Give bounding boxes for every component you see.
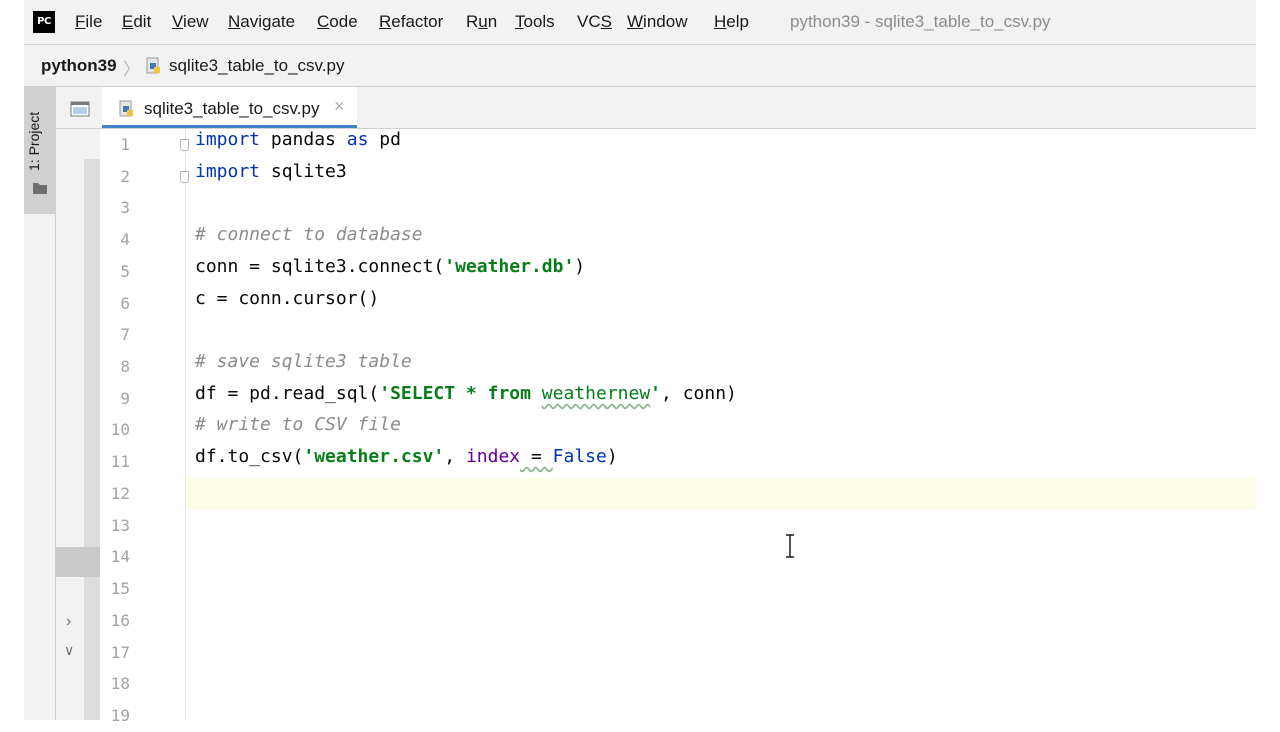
chevron-right-icon[interactable]: › (66, 613, 71, 631)
fold-marker-icon[interactable] (180, 139, 189, 151)
menu-code[interactable]: Code (317, 12, 358, 32)
code-line-4: # connect to database (195, 224, 423, 245)
line-number: 6 (120, 294, 130, 313)
fold-marker-icon[interactable] (180, 171, 189, 183)
menu-window[interactable]: Window (627, 12, 687, 32)
breadcrumb-project[interactable]: python39 (41, 56, 117, 76)
menu-refactor[interactable]: Refactor (379, 12, 443, 32)
folder-icon (33, 183, 47, 194)
current-line-highlight (187, 478, 1256, 510)
code-line-5: conn = sqlite3.connect('weather.db') (195, 256, 586, 277)
close-icon[interactable]: × (334, 96, 345, 117)
menu-navigate[interactable]: Navigate (228, 12, 295, 32)
code-line-2: import sqlite3 (195, 161, 347, 182)
line-number: 3 (120, 198, 130, 217)
panel-toggle-icon[interactable] (70, 101, 90, 117)
editor-tab-strip: sqlite3_table_to_csv.py × (56, 87, 1256, 129)
line-number: 11 (110, 452, 130, 471)
menu-view[interactable]: View (172, 12, 209, 32)
scroll-position-marker[interactable] (56, 547, 100, 577)
line-number: 4 (120, 230, 130, 249)
project-tool-label: 1: Project (26, 111, 42, 171)
menu-help[interactable]: Help (714, 12, 749, 32)
chevron-down-icon[interactable]: ∨ (64, 642, 74, 659)
line-number: 14 (110, 547, 130, 566)
line-number: 12 (110, 484, 130, 503)
menu-tools[interactable]: Tools (515, 12, 555, 32)
line-number-gutter: 1 2 3 4 5 6 7 8 9 10 11 12 13 14 15 16 1… (100, 129, 186, 725)
code-line-1: import pandas as pd (195, 129, 401, 150)
line-number: 10 (110, 420, 130, 439)
line-number: 16 (110, 611, 130, 630)
menu-file[interactable]: File (75, 12, 102, 32)
menu-vcs[interactable]: VCS (577, 12, 612, 32)
menu-run[interactable]: Run (466, 12, 497, 32)
gutter-strip: › ∨ (56, 129, 100, 720)
project-tool-button[interactable]: 1: Project (24, 87, 55, 214)
code-line-9: df = pd.read_sql('SELECT * from weathern… (195, 383, 737, 404)
line-number: 13 (110, 516, 130, 535)
text-cursor-icon (786, 534, 794, 558)
breadcrumb-separator: 〉 (123, 60, 140, 79)
line-number: 2 (120, 167, 130, 186)
line-number: 15 (110, 579, 130, 598)
pycharm-logo-icon: PC (33, 11, 55, 33)
line-number: 7 (120, 325, 130, 344)
line-number: 19 (110, 706, 130, 725)
line-number: 9 (120, 389, 130, 408)
python-file-icon (119, 100, 133, 117)
python-file-icon (146, 57, 160, 74)
menu-bar: PC File Edit View Navigate Code Refactor… (24, 0, 1256, 45)
line-number: 5 (120, 262, 130, 281)
code-line-11: df.to_csv('weather.csv', index = False) (195, 446, 618, 467)
window-title: python39 - sqlite3_table_to_csv.py (790, 12, 1051, 31)
code-line-8: # save sqlite3 table (195, 351, 412, 372)
line-number: 1 (120, 135, 130, 154)
line-number: 18 (110, 674, 130, 693)
code-line-10: # write to CSV file (195, 414, 401, 435)
breadcrumb-file[interactable]: sqlite3_table_to_csv.py (169, 56, 344, 76)
line-number: 8 (120, 357, 130, 376)
line-number: 17 (110, 643, 130, 662)
tool-window-strip: 1: Project (24, 87, 56, 720)
tab-label: sqlite3_table_to_csv.py (144, 99, 320, 118)
tab-sqlite3-table-to-csv[interactable]: sqlite3_table_to_csv.py × (102, 87, 357, 128)
code-editor[interactable]: 1 2 3 4 5 6 7 8 9 10 11 12 13 14 15 16 1… (100, 129, 1256, 725)
menu-edit[interactable]: Edit (122, 12, 151, 32)
breadcrumb: python39 〉 sqlite3_table_to_csv.py (24, 45, 1256, 87)
code-line-6: c = conn.cursor() (195, 288, 380, 309)
gutter-bar (84, 159, 100, 720)
